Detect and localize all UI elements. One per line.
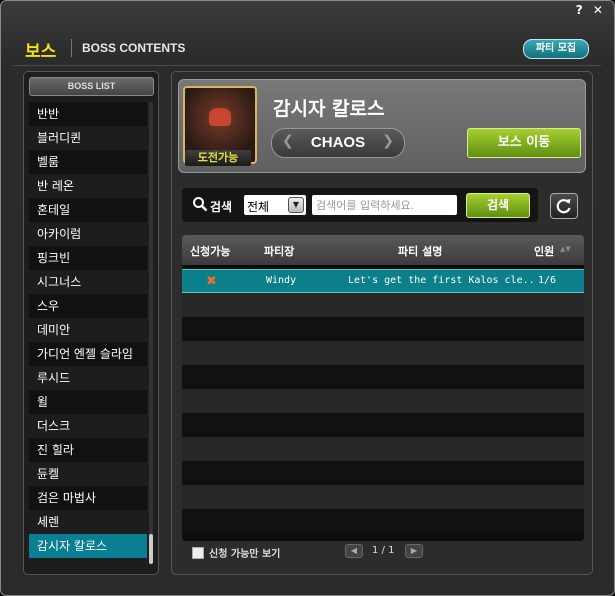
header-divider [13,65,601,66]
search-label: 검색 [210,200,233,214]
boss-list-item[interactable]: 반반 [29,102,147,126]
search-input[interactable] [312,195,457,215]
table-row [182,389,584,413]
search-icon [193,197,208,212]
party-table: 신청가능 파티장 파티 설명 인원 ▲▼ ✖ Windy Let's get t… [182,235,584,541]
search-filter-select[interactable]: 전체 ▼ [244,195,306,215]
difficulty-selector: ❮ CHAOS ❯ [271,128,405,158]
boss-list-item[interactable]: 진 힐라 [29,438,147,462]
available-only-label: 신청 가능만 보기 [209,549,281,560]
boss-list-item[interactable]: 반 레온 [29,174,147,198]
party-description: Let's get the first Kalos cle.. [348,275,535,286]
boss-list-item[interactable]: 더스크 [29,414,147,438]
boss-list-item[interactable]: 아카이럼 [29,222,147,246]
boss-list-item[interactable]: 듄켈 [29,462,147,486]
party-members: 1/6 [538,275,557,286]
search-button[interactable]: 검색 [466,193,530,218]
boss-list-item[interactable]: 데미안 [29,318,147,342]
scrollbar-thumb[interactable] [149,534,153,564]
boss-list-item[interactable]: 스우 [29,294,147,318]
available-only-checkbox[interactable] [192,547,204,559]
refresh-icon [556,199,571,214]
party-leader: Windy [266,275,297,286]
boss-move-button[interactable]: 보스 이동 [467,128,581,158]
table-row [182,365,584,389]
refresh-button[interactable] [550,193,578,219]
col-header-members[interactable]: 인원 [534,243,554,259]
search-bar: 검색 전체 ▼ 검색 [182,188,538,222]
boss-list-item[interactable]: 혼테일 [29,198,147,222]
table-row [182,317,584,341]
col-header-description[interactable]: 파티 설명 [398,243,442,259]
boss-portrait-glow [209,108,231,126]
boss-list-item-selected[interactable]: 감시자 칼로스 [29,534,147,558]
boss-list-item[interactable]: 루시드 [29,366,147,390]
table-row [182,341,584,365]
table-row [182,413,584,437]
prev-page-icon[interactable]: ◀ [345,544,363,558]
unavailable-icon: ✖ [206,274,217,289]
page-indicator: 1 / 1 [372,545,395,556]
boss-list-item[interactable]: 윌 [29,390,147,414]
boss-detail-panel: 도전가능 감시자 칼로스 ❮ CHAOS ❯ 보스 이동 검색 전체 ▼ 검색어… [171,71,593,575]
boss-list-item[interactable]: 벨룸 [29,150,147,174]
boss-list-item[interactable]: 블러디퀸 [29,126,147,150]
party-recruit-button[interactable]: 파티 모집 [523,39,589,59]
boss-list: 반반 블러디퀸 벨룸 반 레온 혼테일 아카이럼 핑크빈 시그너스 스우 데미안… [29,102,147,558]
boss-list-header: BOSS LIST [29,77,154,96]
table-row [182,437,584,461]
window-controls[interactable]: ? ✕ [576,3,606,17]
table-row [182,293,584,317]
boss-list-item[interactable]: 세렌 [29,510,147,534]
chevron-right-icon[interactable]: ❯ [382,133,394,149]
table-row[interactable]: ✖ Windy Let's get the first Kalos cle.. … [182,269,584,293]
boss-list-item[interactable]: 검은 마법사 [29,486,147,510]
next-page-icon[interactable]: ▶ [405,544,423,558]
challenge-badge: 도전가능 [185,150,251,166]
window-subtitle: BOSS CONTENTS [82,41,186,55]
table-row [182,461,584,485]
boss-list-scrollbar[interactable] [149,102,153,564]
pagination: ◀ 1 / 1 ▶ [345,544,425,560]
boss-list-panel: BOSS LIST 반반 블러디퀸 벨룸 반 레온 혼테일 아카이럼 핑크빈 시… [23,71,159,575]
chevron-down-icon[interactable]: ▼ [288,197,304,213]
search-filter-value: 전체 [247,200,270,214]
title-divider [71,39,72,57]
boss-list-item[interactable]: 시그너스 [29,270,147,294]
boss-window: ? ✕ 보스 BOSS CONTENTS 파티 모집 BOSS LIST 반반 … [0,0,615,596]
table-row [182,485,584,509]
col-header-leader[interactable]: 파티장 [264,243,294,259]
boss-list-item[interactable]: 가디언 엔젤 슬라임 [29,342,147,366]
col-header-status[interactable]: 신청가능 [190,243,230,259]
boss-list-item[interactable]: 핑크빈 [29,246,147,270]
table-header: 신청가능 파티장 파티 설명 인원 ▲▼ [182,235,584,265]
boss-card: 도전가능 감시자 칼로스 ❮ CHAOS ❯ 보스 이동 [178,79,586,173]
window-title: 보스 [25,42,57,62]
boss-name: 감시자 칼로스 [273,98,385,120]
table-row [182,509,584,533]
sort-icon[interactable]: ▲▼ [560,245,571,253]
